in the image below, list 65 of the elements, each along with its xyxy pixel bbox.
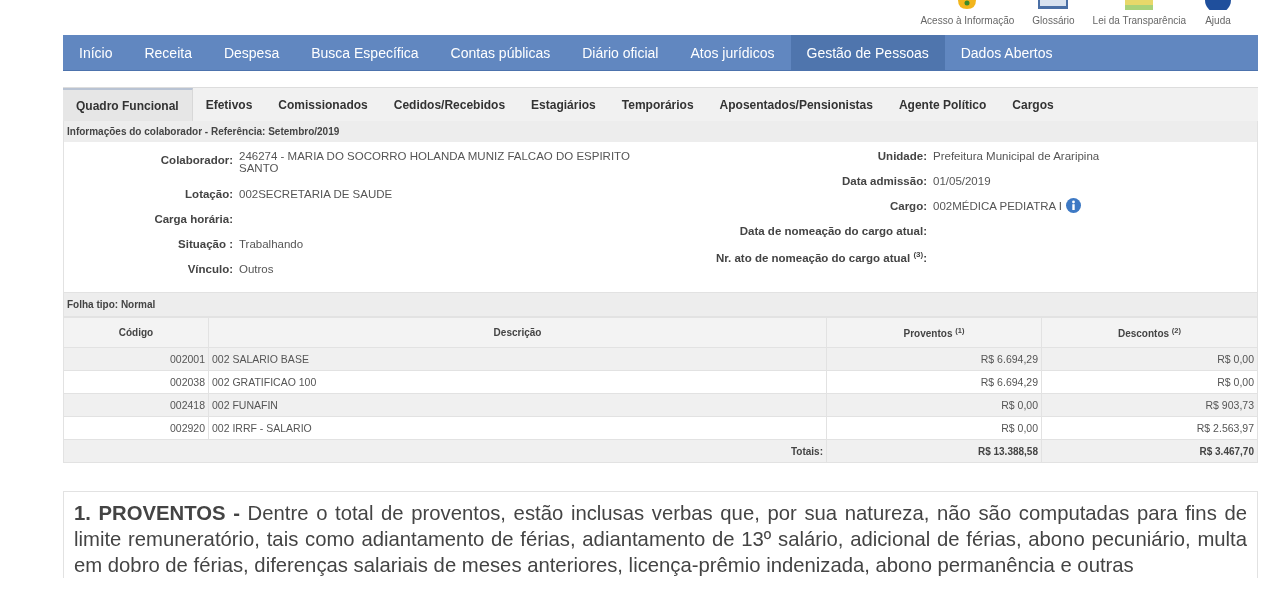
column-header: Descontos $^{(2)}$ [1041,317,1258,348]
tab[interactable]: Cargos [999,88,1067,121]
field-value: 002SECRETARIA DE SAUDE [239,188,393,200]
toolbar-link[interactable]: Glossário [1023,0,1084,35]
table-cell: 002 SALARIO BASE [208,347,827,371]
field-label: Data admissão: [842,175,927,187]
tab[interactable]: Quadro Funcional [63,88,193,121]
tab[interactable]: Temporários [608,88,707,121]
footnote-paragraph: 1. PROVENTOS - Dentre o total de proventos, estão inclusas verbas que, por sua natureza, não são computadas para fins de limite remuneratório, tais como adiantamento de férias, adiantamento de 13º salário, adicional de férias, abono pecuniário, multa em dobro de férias, diferenças salariais de meses anteriores, licença-prêmio indenizada, abono permanência e outras [74,501,1247,578]
table-cell: 002920 [63,416,209,440]
tab[interactable]: Estagiários [518,88,609,121]
field-value: 002MÉDICA PEDIATRA I [933,200,1062,212]
table-cell: 002 IRRF - SALARIO [208,416,827,440]
field-label: Cargo: [889,200,927,212]
table-cell: 002418 [63,393,209,417]
tab[interactable]: Comissionados [265,88,381,121]
table-cell: R$ 0,00 [1041,370,1258,394]
table-cell: R$ 0,00 [826,416,1042,440]
table-cell: R$ 903,73 [1041,393,1258,417]
nav-item[interactable]: Despesa [207,35,296,70]
table-cell: R$ 6.694,29 [826,370,1042,394]
nav-item[interactable]: Início [63,35,129,70]
table-cell: R$ 0,00 [826,393,1042,417]
field-label: Colaborador: [160,154,233,166]
field-label: Data de nomeação do cargo atual: [739,225,927,237]
tab[interactable]: Efetivos [192,88,266,121]
nav-item[interactable]: Gestão de Pessoas [790,35,945,70]
table-cell: R$ 0,00 [1041,347,1258,371]
column-header: Proventos $^{(1)}$ [826,317,1042,348]
toolbar-link[interactable]: Acesso à Informação [911,0,1024,35]
nav-item[interactable]: Atos jurídicos [674,35,791,70]
toolbar-link[interactable]: Lei da Transparência [1083,0,1195,35]
section-header: Folha tipo: Normal [63,293,1258,317]
table-cell: R$ 2.563,97 [1041,416,1258,440]
field-label: Unidade: [877,150,927,162]
column-header: Código [63,317,209,348]
field-value: Outros [239,263,274,275]
section-header: Informações do colaborador - Referência: Setembro/2019 [64,121,1257,142]
tab[interactable]: Agente Político [885,88,1000,121]
field-value: 01/05/2019 [933,175,991,187]
nav-item[interactable]: Busca Específica [295,35,435,70]
nav-item[interactable]: Receita [128,35,208,70]
table-cell: 002038 [63,370,209,394]
toolbar-link[interactable]: Ajuda [1195,0,1258,35]
field-label: Lotação: [185,188,233,200]
table-cell: R$ 13.388,58 [826,439,1042,463]
field-label: Situação : [178,238,233,250]
nav-item[interactable]: Diário oficial [566,35,675,70]
column-header: Descrição [208,317,827,348]
table-cell: 002001 [63,347,209,371]
totals-label: Totais: [63,439,827,463]
table-cell: R$ 6.694,29 [826,347,1042,371]
field-label: Nr. ato de nomeação do cargo atual $^{(3)}$: [715,250,927,264]
field-label: Carga horária: [154,213,233,225]
field-label: Vínculo: [187,263,233,275]
field-value: Prefeitura Municipal de Araripina [933,150,1100,162]
nav-item[interactable]: Contas públicas [434,35,567,70]
nav-item[interactable]: Dados Abertos [944,35,1069,70]
table-cell: 002 FUNAFIN [208,393,827,417]
tab[interactable]: Aposentados/Pensionistas [706,88,886,121]
field-value: Trabalhando [239,238,304,250]
table-cell: 002 GRATIFICAO 100 [208,370,827,394]
field-value: 246274 - MARIA DO SOCORRO HOLANDA MUNIZ FALCAO DO ESPIRITO SANTO [239,150,631,174]
table-cell: R$ 3.467,70 [1041,439,1258,463]
tab[interactable]: Cedidos/Recebidos [380,88,519,121]
